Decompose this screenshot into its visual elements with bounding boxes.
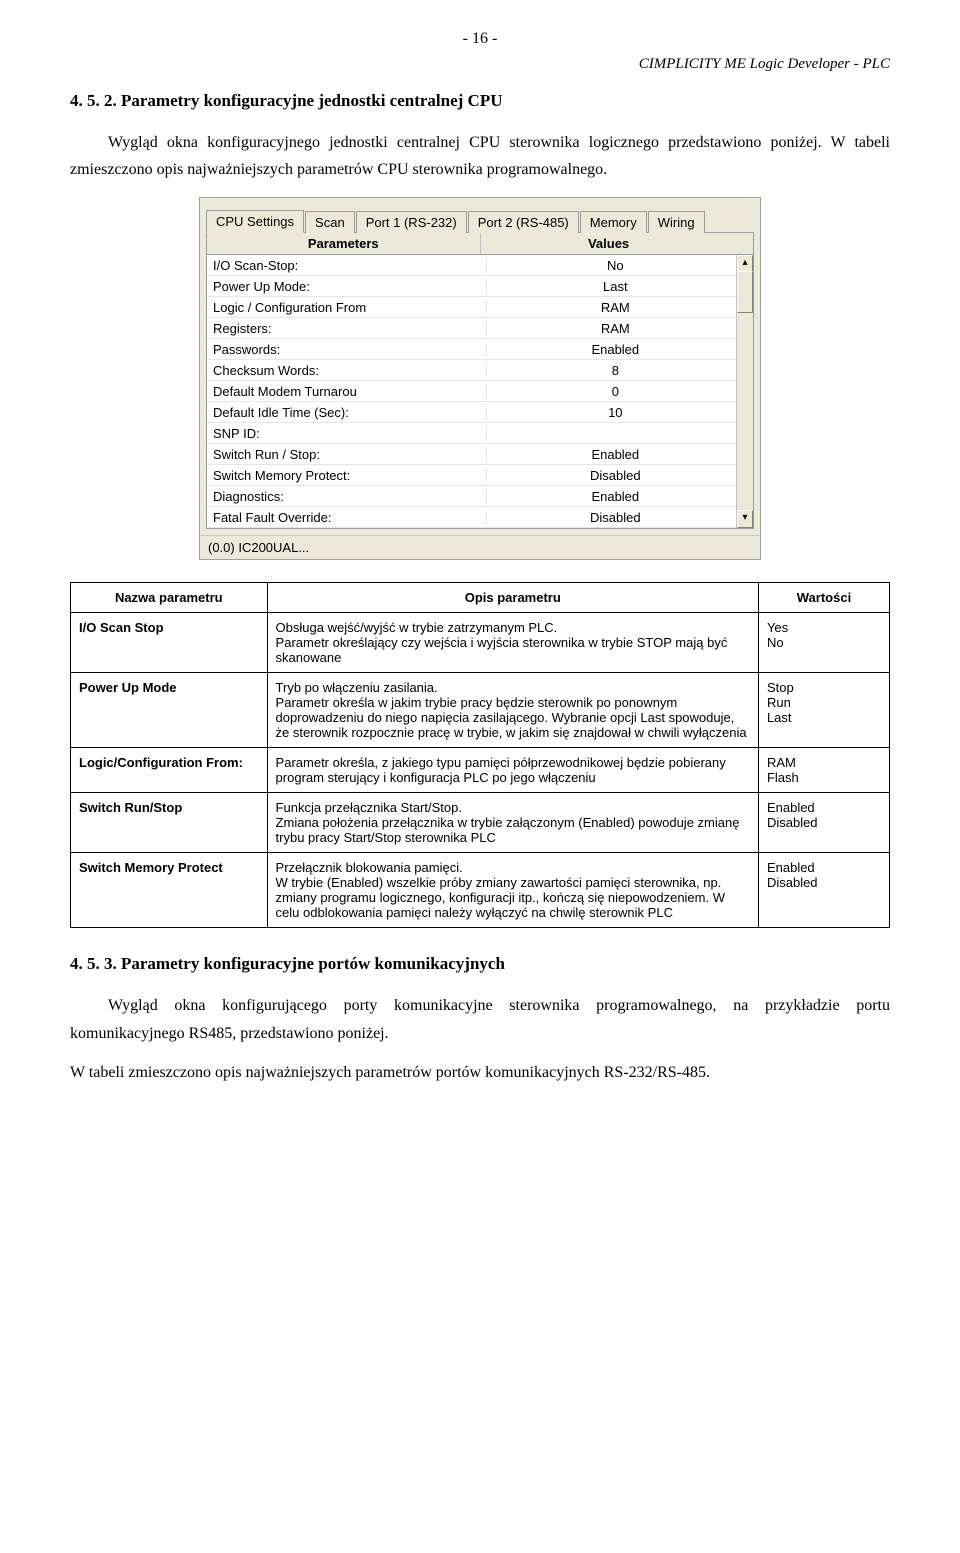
heading-4-5-3: 4. 5. 3. Parametry konfiguracyjne portów… [70,954,890,974]
table-row: Switch Run/StopFunkcja przełącznika Star… [71,793,890,853]
grid-cell-value: 0 [487,384,744,399]
page-number: - 16 - [70,30,890,48]
grid-row[interactable]: Diagnostics:Enabled [207,486,753,507]
grid-row[interactable]: Logic / Configuration FromRAM [207,297,753,318]
col-head-parameters: Parameters [207,233,481,254]
grid-cell-value: No [487,258,744,273]
cpu-settings-window: CPU SettingsScanPort 1 (RS-232)Port 2 (R… [199,197,761,560]
grid-body: ▴ ▾ I/O Scan-Stop:NoPower Up Mode:LastLo… [207,255,753,528]
grid-row[interactable]: SNP ID: [207,423,753,444]
grid-cell-param: Fatal Fault Override: [207,510,487,525]
th-desc: Opis parametru [267,583,758,613]
tab-cpu-settings[interactable]: CPU Settings [206,210,304,233]
grid-cell-value: RAM [487,300,744,315]
param-name: Logic/Configuration From: [71,748,268,793]
grid-cell-value: RAM [487,321,744,336]
grid-row[interactable]: Checksum Words:8 [207,360,753,381]
grid-cell-value: Enabled [487,342,744,357]
th-name: Nazwa parametru [71,583,268,613]
grid-row[interactable]: Power Up Mode:Last [207,276,753,297]
table-row: I/O Scan StopObsługa wejść/wyjść w trybi… [71,613,890,673]
grid-cell-value: Disabled [487,468,744,483]
heading-4-5-2: 4. 5. 2. Parametry konfiguracyjne jednos… [70,91,890,111]
tab-scan[interactable]: Scan [305,211,355,233]
parameter-description-table: Nazwa parametru Opis parametru Wartości … [70,582,890,928]
tab-memory[interactable]: Memory [580,211,647,233]
grid-cell-param: Passwords: [207,342,487,357]
param-values: EnabledDisabled [758,853,889,928]
grid-cell-param: Registers: [207,321,487,336]
grid-row[interactable]: Default Modem Turnarou0 [207,381,753,402]
grid-cell-param: Logic / Configuration From [207,300,487,315]
tab-port-1-rs-232-[interactable]: Port 1 (RS-232) [356,211,467,233]
grid-cell-param: Switch Memory Protect: [207,468,487,483]
param-values: YesNo [758,613,889,673]
param-name: I/O Scan Stop [71,613,268,673]
grid-row[interactable]: Registers:RAM [207,318,753,339]
grid-row[interactable]: Switch Run / Stop:Enabled [207,444,753,465]
status-bar: (0.0) IC200UAL... [200,535,760,559]
grid-row[interactable]: I/O Scan-Stop:No [207,255,753,276]
param-desc: Obsługa wejść/wyjść w trybie zatrzymanym… [267,613,758,673]
param-desc: Funkcja przełącznika Start/Stop.Zmiana p… [267,793,758,853]
grid-cell-value: Last [487,279,744,294]
grid-cell-value: 8 [487,363,744,378]
parameters-grid: Parameters Values ▴ ▾ I/O Scan-Stop:NoPo… [206,232,754,529]
grid-row[interactable]: Fatal Fault Override:Disabled [207,507,753,528]
grid-cell-param: Power Up Mode: [207,279,487,294]
grid-cell-value: 10 [487,405,744,420]
grid-cell-value: Enabled [487,489,744,504]
param-name: Power Up Mode [71,673,268,748]
tab-wiring[interactable]: Wiring [648,211,705,233]
grid-cell-param: Default Modem Turnarou [207,384,487,399]
section2-p2: W tabeli zmieszczono opis najważniejszyc… [70,1059,890,1086]
param-name: Switch Run/Stop [71,793,268,853]
grid-row[interactable]: Default Idle Time (Sec):10 [207,402,753,423]
vertical-scrollbar[interactable]: ▴ ▾ [736,255,753,528]
param-desc: Tryb po włączeniu zasilania.Parametr okr… [267,673,758,748]
param-values: EnabledDisabled [758,793,889,853]
grid-row[interactable]: Switch Memory Protect:Disabled [207,465,753,486]
scroll-thumb[interactable] [737,271,753,313]
table-row: Power Up ModeTryb po włączeniu zasilania… [71,673,890,748]
param-desc: Parametr określa, z jakiego typu pamięci… [267,748,758,793]
grid-cell-param: Diagnostics: [207,489,487,504]
grid-cell-param: Checksum Words: [207,363,487,378]
param-values: RAMFlash [758,748,889,793]
grid-row[interactable]: Passwords:Enabled [207,339,753,360]
param-desc: Przełącznik blokowania pamięci.W trybie … [267,853,758,928]
scroll-down-icon[interactable]: ▾ [737,510,753,528]
doc-header: CIMPLICITY ME Logic Developer - PLC [70,56,890,73]
section1-paragraph: Wygląd okna konfiguracyjnego jednostki c… [70,129,890,183]
grid-cell-param: Default Idle Time (Sec): [207,405,487,420]
param-values: StopRunLast [758,673,889,748]
grid-cell-value: Enabled [487,447,744,462]
th-vals: Wartości [758,583,889,613]
param-name: Switch Memory Protect [71,853,268,928]
grid-cell-param: I/O Scan-Stop: [207,258,487,273]
grid-cell-param: Switch Run / Stop: [207,447,487,462]
table-row: Switch Memory ProtectPrzełącznik blokowa… [71,853,890,928]
grid-cell-param: SNP ID: [207,426,487,441]
table-row: Logic/Configuration From:Parametr określ… [71,748,890,793]
section2-p1: Wygląd okna konfigurującego porty komuni… [70,992,890,1046]
tab-row: CPU SettingsScanPort 1 (RS-232)Port 2 (R… [200,198,760,232]
tab-port-2-rs-485-[interactable]: Port 2 (RS-485) [468,211,579,233]
col-head-values: Values [481,233,737,254]
grid-cell-value: Disabled [487,510,744,525]
